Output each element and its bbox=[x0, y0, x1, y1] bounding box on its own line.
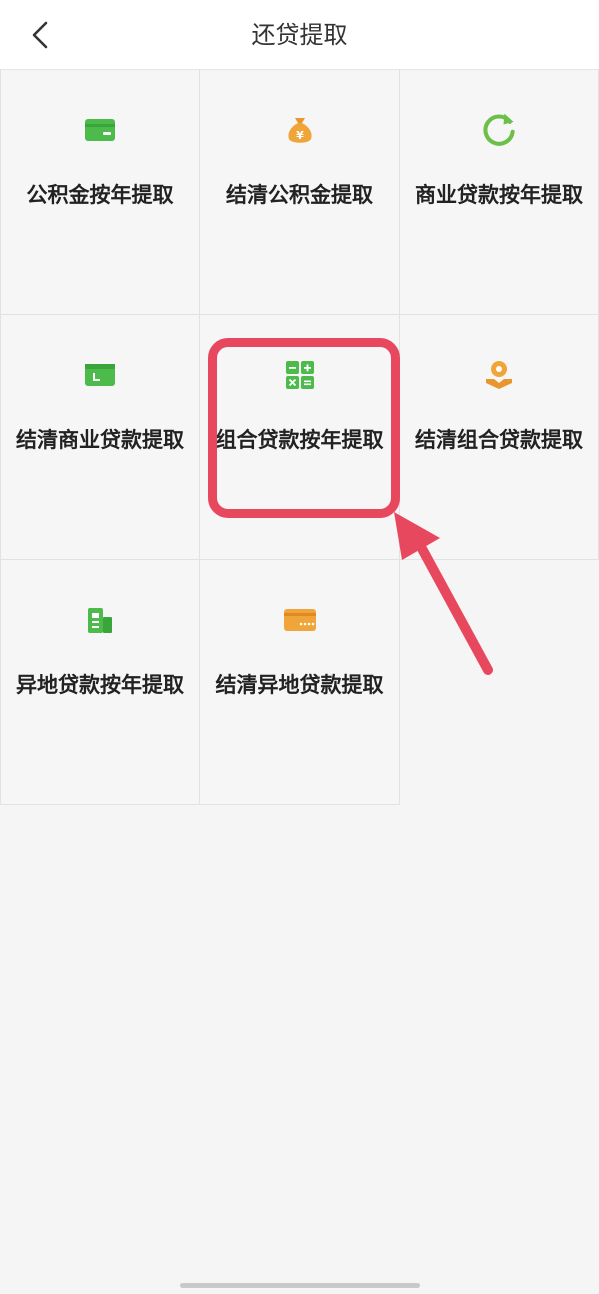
svg-text:¥: ¥ bbox=[296, 129, 304, 142]
option-label: 公积金按年提取 bbox=[26, 183, 174, 207]
money-bag-icon: ¥ bbox=[280, 110, 320, 150]
option-label: 结清组合贷款提取 bbox=[415, 428, 583, 452]
option-label: 结清异地贷款提取 bbox=[215, 673, 384, 697]
building-icon bbox=[80, 600, 120, 640]
option-settle-commercial-loan-withdrawal[interactable]: 结清商业贷款提取 bbox=[0, 315, 200, 560]
calculator-icon bbox=[280, 355, 320, 395]
empty-cell bbox=[400, 560, 599, 805]
refresh-icon bbox=[479, 110, 519, 150]
option-annual-remote-loan-withdrawal[interactable]: 异地贷款按年提取 bbox=[0, 560, 200, 805]
page-title: 还贷提取 bbox=[251, 21, 348, 49]
bank-card-icon bbox=[280, 600, 320, 640]
option-annual-combined-loan-withdrawal[interactable]: 组合贷款按年提取 bbox=[200, 315, 400, 560]
top-bar: 还贷提取 bbox=[0, 0, 599, 70]
home-indicator bbox=[180, 1283, 420, 1288]
location-hand-icon bbox=[479, 355, 519, 395]
option-settle-remote-loan-withdrawal[interactable]: 结清异地贷款提取 bbox=[200, 560, 400, 805]
option-label: 组合贷款按年提取 bbox=[215, 428, 384, 452]
option-label: 异地贷款按年提取 bbox=[16, 673, 184, 697]
option-label: 商业贷款按年提取 bbox=[415, 183, 583, 207]
withdrawal-options-grid: 公积金按年提取 ¥ 结清公积金提取 商业贷款按年提取 结清商业贷款提取 组合贷款… bbox=[0, 70, 599, 805]
option-label: 结清商业贷款提取 bbox=[16, 428, 184, 452]
option-label: 结清公积金提取 bbox=[226, 183, 373, 207]
wallet-icon bbox=[80, 355, 120, 395]
option-settle-fund-withdrawal[interactable]: ¥ 结清公积金提取 bbox=[200, 70, 400, 315]
option-annual-commercial-loan-withdrawal[interactable]: 商业贷款按年提取 bbox=[400, 70, 599, 315]
option-settle-combined-loan-withdrawal[interactable]: 结清组合贷款提取 bbox=[400, 315, 599, 560]
card-icon bbox=[80, 110, 120, 150]
option-annual-fund-withdrawal[interactable]: 公积金按年提取 bbox=[0, 70, 200, 315]
